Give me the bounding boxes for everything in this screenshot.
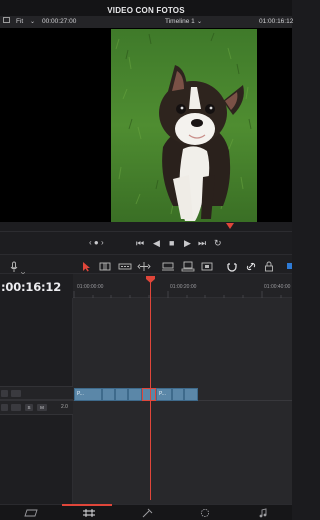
source-timecode: 01:00:16:12 — [259, 18, 294, 25]
video-clip[interactable] — [128, 388, 142, 401]
timeline-ruler[interactable]: 01:00:00:00 01:00:20:00 01:00:40:00 — [73, 274, 292, 298]
timeline-timecode: :00:16:12 — [1, 280, 62, 294]
video-clip[interactable]: P... — [156, 388, 172, 401]
active-tab-indicator — [62, 504, 112, 506]
viewer-header: Fit ⌄ 00:00:27:00 Timeline 1 ⌄ 01:00:16:… — [0, 16, 294, 28]
color-icon — [200, 508, 210, 518]
audio-track-header[interactable]: S M 2.0 — [0, 400, 73, 415]
track-settings-icon[interactable] — [1, 404, 8, 411]
clip-label: P... — [159, 391, 166, 397]
page-navigation — [0, 504, 292, 520]
fusion-icon — [142, 508, 153, 518]
dynamic-trim-icon[interactable] — [137, 259, 151, 271]
audio-level: 2.0 — [61, 404, 68, 410]
snapping-magnet-icon[interactable] — [226, 259, 238, 272]
overwrite-clip-icon[interactable] — [181, 259, 195, 272]
ruler-ticks — [73, 291, 282, 298]
timeline-edit-icon — [83, 509, 95, 517]
replace-clip-icon[interactable] — [200, 259, 214, 271]
title-bar: VIDEO CON FOTOS — [0, 0, 292, 16]
chevron-down-icon[interactable] — [20, 262, 26, 275]
solo-button[interactable]: S — [25, 404, 33, 411]
project-title: VIDEO CON FOTOS — [107, 6, 185, 15]
first-frame-button[interactable]: ⏮ — [136, 237, 144, 249]
timecode-panel: :00:16:12 — [0, 274, 73, 298]
fit-dropdown[interactable]: Fit — [16, 16, 23, 28]
music-note-icon — [259, 508, 267, 518]
flag-marker-icon[interactable] — [286, 259, 292, 270]
timeline-tracks[interactable] — [73, 298, 292, 504]
blade-tool-icon[interactable] — [118, 259, 132, 270]
ruler-label: 01:00:00:00 — [77, 284, 104, 290]
fairlight-page-tab[interactable] — [234, 505, 292, 520]
track-visibility-icon[interactable] — [11, 390, 21, 397]
stop-button[interactable]: ■ — [169, 237, 174, 249]
loop-button[interactable]: ↻ — [214, 237, 222, 249]
play-reverse-button[interactable]: ◀ — [153, 237, 160, 249]
trim-tool-icon[interactable] — [99, 259, 111, 271]
jog-control[interactable]: ‹ ● › — [89, 237, 104, 249]
edit-toolbar — [0, 254, 292, 275]
ruler-label: 01:00:40:00 — [264, 284, 291, 290]
insert-clip-icon[interactable] — [161, 259, 175, 271]
video-clip-selected[interactable] — [142, 388, 156, 401]
link-clips-icon[interactable] — [245, 259, 257, 271]
video-clip[interactable] — [184, 388, 198, 401]
media-page-tab[interactable] — [2, 505, 60, 520]
fit-icon[interactable] — [3, 16, 10, 28]
media-icon — [24, 509, 38, 517]
color-page-tab[interactable] — [176, 505, 234, 520]
playhead-handle[interactable] — [146, 276, 155, 283]
video-clip[interactable]: P... — [74, 388, 102, 401]
track-headers: S M 2.0 — [0, 298, 73, 504]
viewer-image-dog-photo — [111, 29, 257, 222]
video-track-header[interactable] — [0, 386, 73, 400]
ruler-label: 01:00:20:00 — [170, 284, 197, 290]
microphone-icon[interactable] — [8, 259, 20, 272]
playhead-line[interactable] — [150, 278, 151, 500]
mute-button[interactable]: M — [37, 404, 47, 411]
last-frame-button[interactable]: ⏭ — [198, 237, 206, 249]
clip-label: P... — [77, 391, 84, 397]
duration-readout: 00:00:27:00 — [42, 18, 77, 25]
scrub-playhead-marker[interactable] — [226, 223, 234, 230]
chevron-down-icon[interactable]: ⌄ — [197, 16, 202, 28]
video-clip[interactable] — [102, 388, 115, 401]
track-settings-icon[interactable] — [1, 390, 8, 397]
chevron-down-icon[interactable]: ⌄ — [30, 16, 35, 28]
viewer-scrub-bar[interactable] — [0, 222, 292, 232]
timeline-selector[interactable]: Timeline 1 — [165, 16, 195, 28]
selection-pointer-icon[interactable] — [80, 259, 92, 272]
video-clip[interactable] — [172, 388, 184, 401]
edit-page-tab[interactable] — [60, 505, 118, 520]
play-button[interactable]: ▶ — [184, 237, 191, 249]
fusion-page-tab[interactable] — [118, 505, 176, 520]
lock-icon[interactable] — [263, 259, 275, 272]
transport-controls: ‹ ● › ⏮ ◀ ■ ▶ ⏭ ↻ — [0, 232, 292, 254]
video-clip[interactable] — [115, 388, 128, 401]
track-lock-icon[interactable] — [11, 404, 21, 411]
